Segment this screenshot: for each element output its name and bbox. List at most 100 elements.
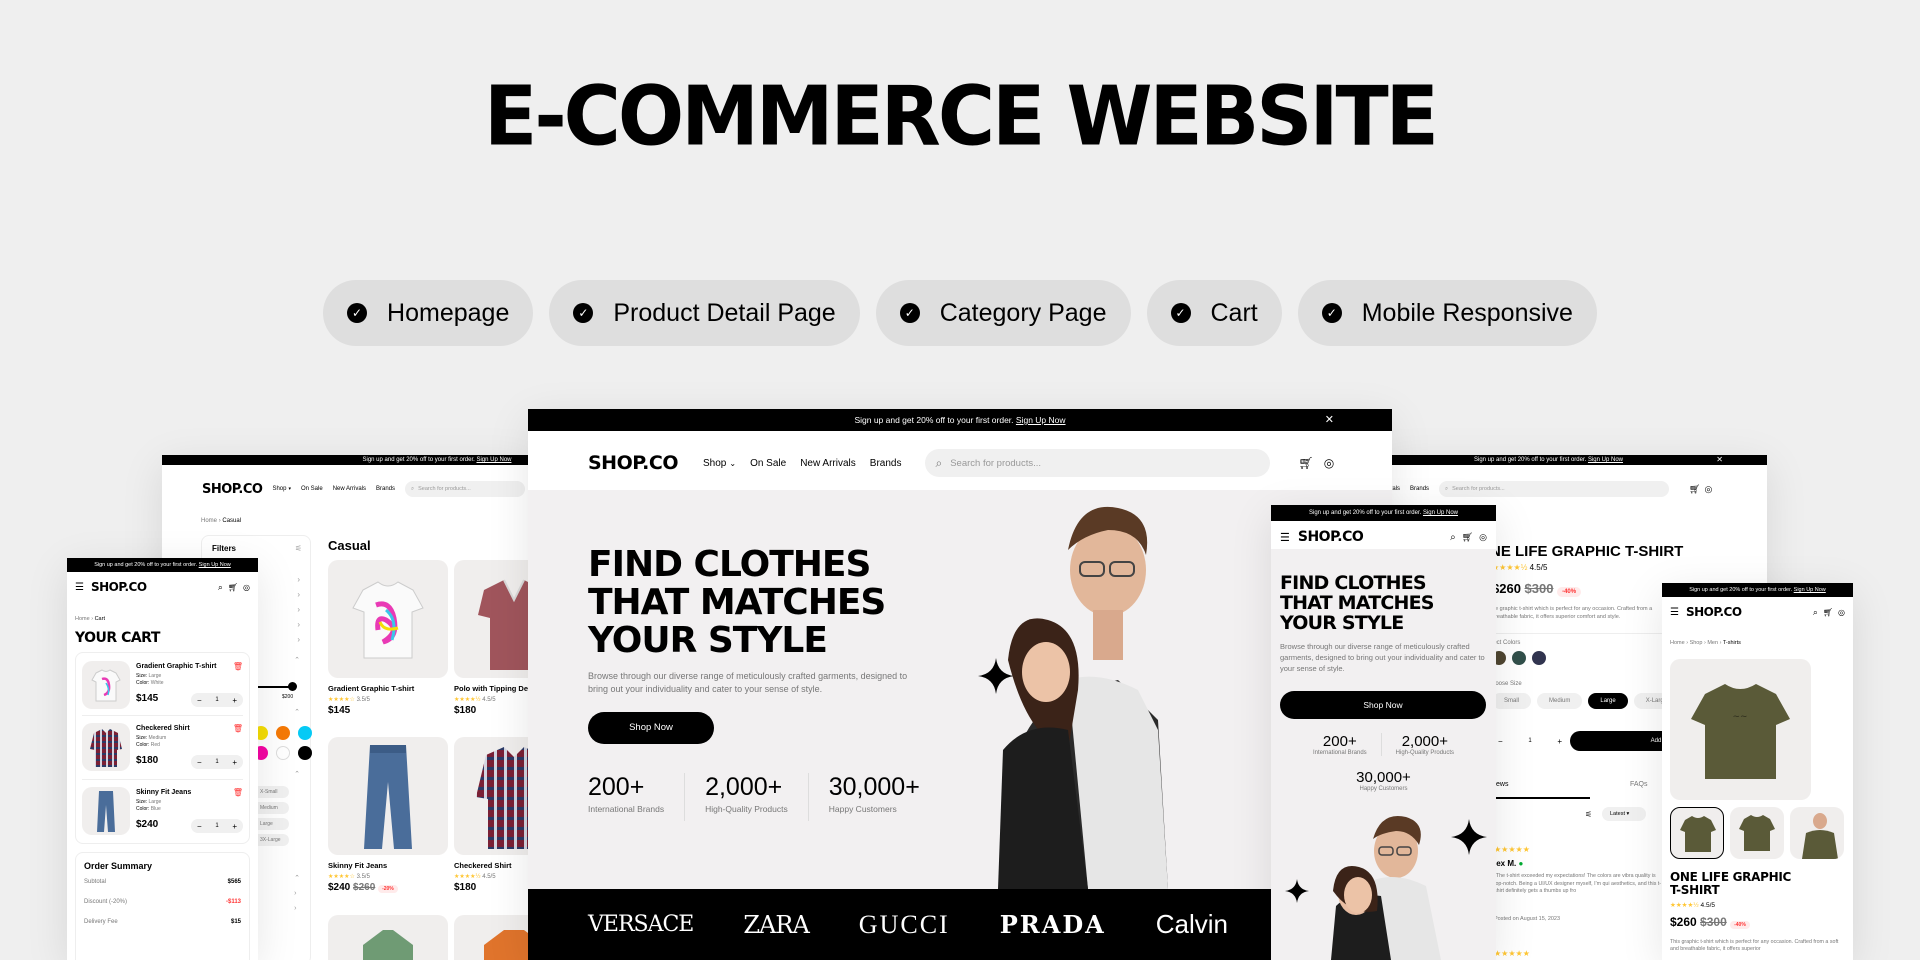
cart-icon[interactable]: 🛒︎ [1823,608,1833,617]
nav-brands[interactable]: Brands [376,486,395,492]
nav-brands[interactable]: Brands [1410,486,1429,492]
product-image [454,560,532,678]
chevron-up-icon: ⌃ [294,657,300,664]
stat-label: High-Quality Products [705,804,788,814]
breadcrumb-home[interactable]: Home [75,616,90,622]
breadcrumb-home[interactable]: Home [1670,640,1685,646]
announcement-bar: Sign up and get 20% off to your first or… [67,558,258,572]
menu-icon[interactable]: ☰ [1670,607,1679,618]
signup-link[interactable]: Sign Up Now [476,457,511,463]
quantity-stepper[interactable]: − 1 + [191,755,243,769]
cart-icon[interactable]: 🛒︎ [1689,484,1700,495]
cart-icon[interactable]: 🛒︎ [1298,456,1313,470]
brand-logo-versace[interactable]: VERSACE [588,912,694,937]
signup-link[interactable]: Sign Up Now [1588,457,1623,463]
brand-logo-prada[interactable]: PRADA [1000,910,1106,939]
breadcrumb-men[interactable]: Men [1707,640,1718,646]
nav-brands[interactable]: Brands [870,458,902,469]
quantity-stepper[interactable]: − 1 + [191,819,243,833]
logo[interactable]: SHOP.CO [1298,529,1364,545]
search-icon[interactable]: ⌕ [1450,532,1456,543]
color-swatch[interactable] [1532,651,1546,665]
signup-link[interactable]: Sign Up Now [1423,510,1458,516]
color-swatch[interactable] [1512,651,1526,665]
plus-icon[interactable]: + [232,696,237,705]
minus-icon[interactable]: − [197,758,202,767]
nav-new-arrivals[interactable]: New Arrivals [333,486,366,492]
plus-icon[interactable]: + [232,758,237,767]
feature-pill: ✓ Cart [1146,280,1282,346]
account-icon[interactable]: ◎ [1479,532,1487,543]
shop-now-button[interactable]: Shop Now [588,712,714,744]
cart-icon[interactable]: 🛒︎ [228,583,238,592]
account-icon[interactable]: ◎ [1838,608,1845,617]
nav-on-sale[interactable]: On Sale [750,458,786,469]
color-swatch[interactable] [298,746,312,760]
product-thumbnail[interactable] [1670,807,1724,859]
size-chip[interactable]: Medium [1537,693,1583,709]
trash-icon[interactable]: 🗑︎ [233,724,243,733]
menu-icon[interactable]: ☰ [75,582,84,593]
size-chip[interactable]: Small [1492,693,1532,709]
signup-link[interactable]: Sign Up Now [1016,415,1066,425]
trash-icon[interactable]: 🗑︎ [233,788,243,797]
product-thumbnail[interactable] [1790,807,1844,859]
minus-icon[interactable]: − [1498,737,1503,746]
brand-logo-calvin[interactable]: Calvin [1156,909,1228,940]
breadcrumb-shop[interactable]: Shop [1690,640,1703,646]
color-swatch[interactable] [276,746,290,760]
color-swatch[interactable] [276,726,290,740]
signup-link[interactable]: Sign Up Now [1794,587,1826,593]
breadcrumb-home[interactable]: Home [201,518,217,524]
logo[interactable]: SHOP.CO [202,482,263,497]
quantity-stepper[interactable]: − 1 + [191,693,243,707]
search-input[interactable]: ⌕ Search for products... [405,481,526,497]
price-slider[interactable] [252,686,292,688]
logo[interactable]: SHOP.CO [588,452,679,474]
price-slider-handle[interactable] [288,682,297,691]
nav-shop[interactable]: Shop [272,486,286,492]
search-icon[interactable]: ⌕ [1813,607,1818,618]
filter-icon[interactable]: ⚟ [295,544,302,553]
cart-icon[interactable]: 🛒︎ [1462,532,1473,543]
logo[interactable]: SHOP.CO [1686,605,1742,619]
signup-link[interactable]: Sign Up Now [199,562,231,568]
search-icon[interactable]: ⌕ [218,582,223,593]
quantity-stepper[interactable]: − 1 + [1492,731,1568,751]
search-input[interactable]: ⌕ Search for products... [925,449,1271,477]
size-chip-selected[interactable]: Large [1588,693,1628,709]
verified-icon: ● [1518,859,1524,868]
nav-on-sale[interactable]: On Sale [301,486,323,492]
tab-faqs[interactable]: FAQs [1630,781,1648,788]
plus-icon[interactable]: + [1557,737,1562,746]
navbar: SHOP.CO Shop ⌄ On Sale New Arrivals Brand… [588,449,1348,477]
search-input[interactable]: ⌕ Search for products... [1439,481,1670,497]
trash-icon[interactable]: 🗑︎ [233,662,243,671]
nav-shop[interactable]: Shop [703,458,726,469]
close-icon[interactable]: ✕ [1716,455,1723,465]
minus-icon[interactable]: − [197,822,202,831]
menu-icon[interactable]: ☰ [1280,531,1290,544]
account-icon[interactable]: ◎ [243,583,250,592]
product-thumbnail[interactable] [1730,807,1784,859]
brand-logo-zara[interactable]: ZARA [743,911,809,939]
logo[interactable]: SHOP.CO [91,580,147,594]
product-desc: breathable fabric, it offers superior co… [1492,614,1621,620]
product-card[interactable]: Skinny Fit Jeans ★★★★☆ 3.5/5 $240 $260 -… [328,737,448,893]
account-icon[interactable]: ◎ [1324,456,1334,470]
color-swatch[interactable] [298,726,312,740]
nav-new-arrivals[interactable]: New Arrivals [800,458,856,469]
color-swatches [254,726,314,760]
brand-logo-gucci[interactable]: GUCCI [859,910,950,940]
product-card[interactable]: Polo with Tipping De ★★★★½ 4.5/5 $180 [454,560,532,716]
shop-now-button[interactable]: Shop Now [1280,691,1486,719]
account-icon[interactable]: ◎ [1704,484,1712,495]
plus-icon[interactable]: + [232,822,237,831]
close-icon[interactable]: ✕ [1325,409,1334,431]
minus-icon[interactable]: − [197,696,202,705]
tab-reviews[interactable]: ews [1496,781,1508,788]
filter-icon[interactable]: ⚟ [1585,810,1592,819]
product-card[interactable]: Gradient Graphic T-shirt ★★★★☆ 3.5/5 $14… [328,560,448,716]
product-card[interactable]: Checkered Shirt ★★★★½ 4.5/5 $180 [454,737,532,893]
sort-select[interactable]: Latest ▾ [1602,807,1646,821]
